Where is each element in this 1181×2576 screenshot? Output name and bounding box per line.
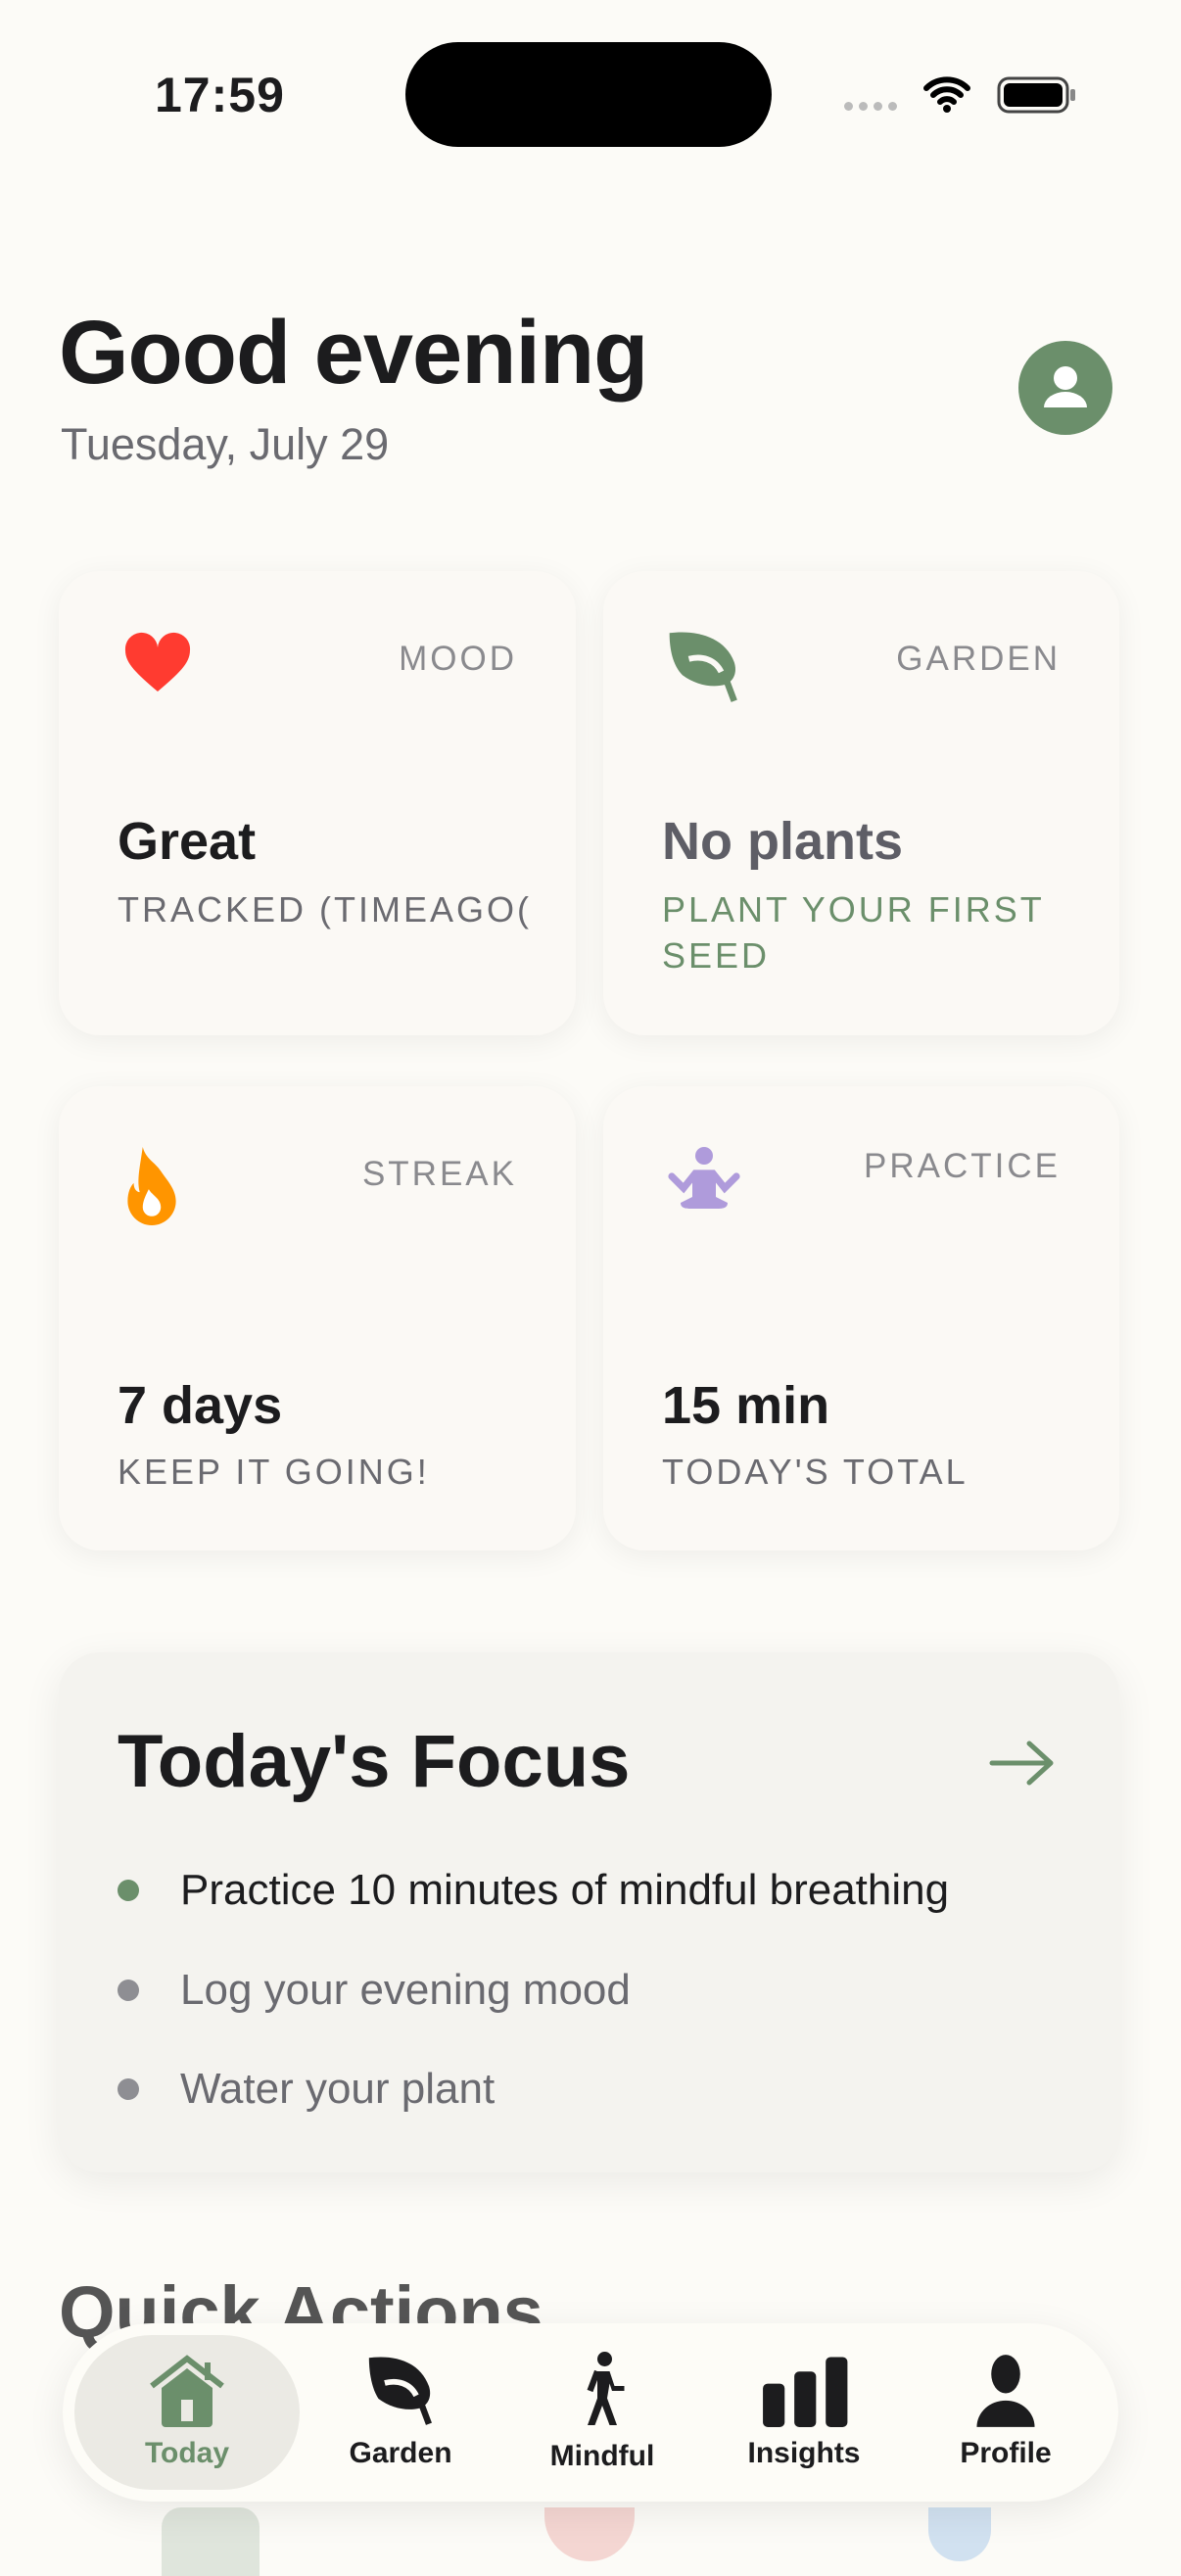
focus-item[interactable]: Log your evening mood [118, 1966, 631, 2015]
status-time: 17:59 [155, 68, 285, 122]
avatar-button[interactable] [1018, 341, 1112, 435]
signal-icon [844, 102, 897, 111]
bar-chart-icon [763, 2357, 848, 2427]
card-label: MOOD [399, 640, 517, 678]
card-label: GARDEN [896, 640, 1061, 678]
quick-action-faded-icon [544, 2507, 635, 2561]
bullet-icon [118, 2078, 139, 2100]
meditation-icon [668, 1147, 740, 1209]
card-label: PRACTICE [864, 1147, 1061, 1185]
house-icon [150, 2355, 224, 2427]
tab-label: Insights [747, 2437, 861, 2469]
arrow-right-icon[interactable] [988, 1739, 1057, 1788]
card-subtitle[interactable]: PLANT YOUR FIRST SEED [662, 886, 1063, 978]
card-value: Great [118, 812, 257, 871]
streak-card[interactable]: STREAK 7 days KEEP IT GOING! [59, 1086, 576, 1550]
tab-profile[interactable]: Profile [905, 2335, 1107, 2490]
person-icon [976, 2355, 1035, 2427]
card-value: No plants [662, 812, 904, 871]
bullet-icon [118, 1880, 139, 1901]
todays-focus-card[interactable]: Today's Focus Practice 10 minutes of min… [59, 1652, 1119, 2172]
heart-icon [124, 632, 191, 692]
tab-bar: Today Garden Mindful Insights Profile [63, 2323, 1118, 2502]
walking-figure-icon [587, 2352, 625, 2425]
tab-label: Garden [349, 2437, 452, 2469]
tab-label: Profile [960, 2437, 1052, 2469]
leaf-icon [669, 632, 737, 702]
card-label: STREAK [361, 1155, 517, 1193]
tab-label: Mindful [549, 2440, 655, 2472]
tab-mindful[interactable]: Mindful [501, 2335, 703, 2490]
tab-today[interactable]: Today [74, 2335, 300, 2490]
focus-item[interactable]: Water your plant [118, 2065, 495, 2114]
mood-card[interactable]: MOOD Great TRACKED (TIMEAGO(CURRE… [59, 571, 576, 1035]
person-icon [1044, 366, 1087, 407]
focus-item-text: Practice 10 minutes of mindful breathing [180, 1866, 950, 1914]
card-subtitle: TODAY'S TOTAL [662, 1452, 968, 1492]
date-subtitle: Tuesday, July 29 [61, 419, 390, 469]
focus-title: Today's Focus [118, 1720, 631, 1803]
card-value: 7 days [118, 1376, 283, 1435]
focus-item-text: Water your plant [180, 2065, 496, 2113]
card-value: 15 min [662, 1376, 830, 1435]
practice-card[interactable]: PRACTICE 15 min TODAY'S TOTAL [603, 1086, 1119, 1550]
card-subtitle: TRACKED (TIMEAGO(CURRE… [118, 889, 529, 930]
tab-label: Today [144, 2437, 230, 2469]
battery-icon [997, 76, 1075, 114]
greeting-title: Good evening [59, 303, 648, 403]
focus-item[interactable]: Practice 10 minutes of mindful breathing [118, 1866, 949, 1915]
tab-insights[interactable]: Insights [703, 2335, 905, 2490]
wifi-icon [923, 76, 970, 113]
bullet-icon [118, 1980, 139, 2001]
focus-item-text: Log your evening mood [180, 1966, 631, 2014]
tab-garden[interactable]: Garden [300, 2335, 501, 2490]
quick-action-faded-icon [162, 2507, 260, 2576]
flame-icon [127, 1147, 176, 1225]
garden-card[interactable]: GARDEN No plants PLANT YOUR FIRST SEED [603, 571, 1119, 1035]
dynamic-island [405, 42, 772, 147]
leaf-icon [368, 2357, 432, 2425]
card-subtitle: KEEP IT GOING! [118, 1452, 430, 1492]
quick-action-faded-icon [928, 2507, 991, 2561]
